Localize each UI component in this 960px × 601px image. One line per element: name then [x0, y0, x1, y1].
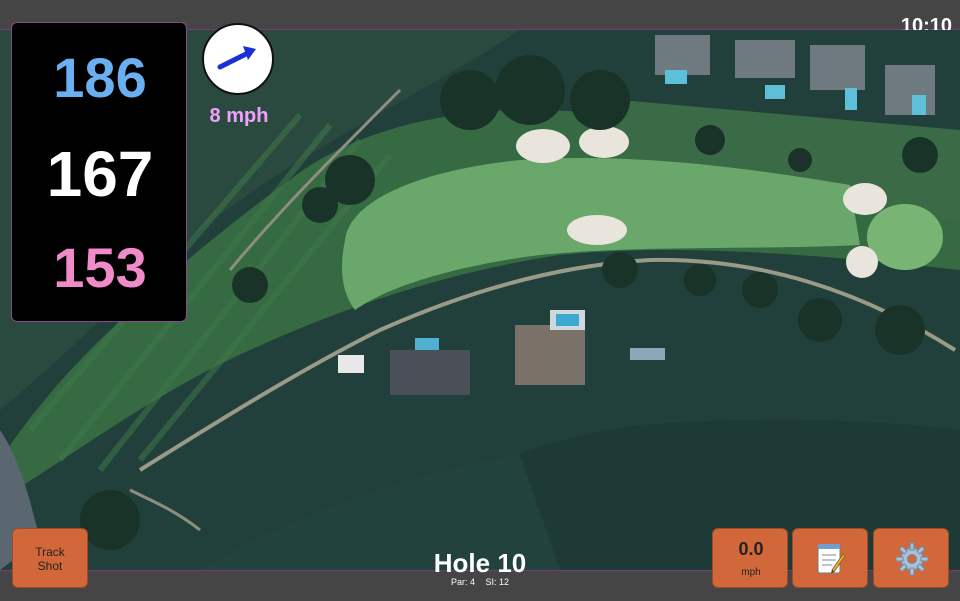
distance-panel: 186 167 153 — [11, 22, 187, 322]
front-distance: 153 — [53, 236, 147, 299]
settings-button[interactable] — [873, 528, 949, 588]
wind-arrow-icon — [217, 46, 256, 70]
track-shot-label-1: Track — [35, 545, 65, 559]
swing-speed-button[interactable]: 0.0 mph — [712, 528, 788, 588]
back-distance: 186 — [53, 46, 147, 109]
notepad-icon — [817, 544, 846, 574]
hole-info: Par: 4 SI: 12 — [380, 577, 580, 587]
middle-distance: 167 — [46, 138, 154, 210]
wind-speed: 8 mph — [209, 105, 269, 127]
scorecard-button[interactable] — [792, 528, 868, 588]
speed-unit: mph — [741, 567, 761, 578]
hole-par: Par: 4 — [450, 577, 475, 587]
track-shot-button[interactable]: Track Shot — [12, 528, 88, 588]
track-shot-label-2: Shot — [37, 559, 63, 573]
wind-indicator — [202, 23, 274, 95]
hole-stroke-index: SI: 12 — [485, 577, 510, 587]
gear-icon — [895, 542, 929, 576]
hole-title: Hole 10 — [433, 548, 527, 578]
speed-value: 0.0 — [738, 539, 764, 559]
